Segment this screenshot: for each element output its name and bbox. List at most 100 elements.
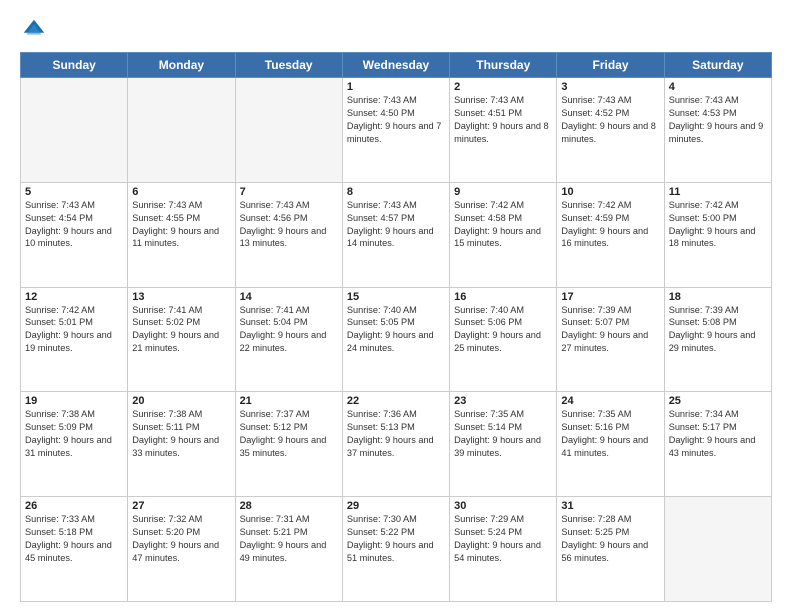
day-number: 31 — [561, 500, 659, 512]
week-row-3: 19Sunrise: 7:38 AMSunset: 5:09 PMDayligh… — [21, 392, 772, 497]
logo-icon — [20, 16, 48, 44]
calendar-cell: 4Sunrise: 7:43 AMSunset: 4:53 PMDaylight… — [664, 78, 771, 183]
calendar-cell: 9Sunrise: 7:42 AMSunset: 4:58 PMDaylight… — [450, 182, 557, 287]
day-number: 5 — [25, 186, 123, 198]
weekday-header-row: SundayMondayTuesdayWednesdayThursdayFrid… — [21, 53, 772, 78]
weekday-header-wednesday: Wednesday — [342, 53, 449, 78]
day-number: 2 — [454, 81, 552, 93]
calendar-cell — [664, 497, 771, 602]
calendar-cell: 25Sunrise: 7:34 AMSunset: 5:17 PMDayligh… — [664, 392, 771, 497]
calendar-cell: 15Sunrise: 7:40 AMSunset: 5:05 PMDayligh… — [342, 287, 449, 392]
day-number: 4 — [669, 81, 767, 93]
day-number: 30 — [454, 500, 552, 512]
cell-text: Sunrise: 7:41 AMSunset: 5:04 PMDaylight:… — [240, 304, 338, 356]
calendar-cell: 30Sunrise: 7:29 AMSunset: 5:24 PMDayligh… — [450, 497, 557, 602]
calendar-cell: 19Sunrise: 7:38 AMSunset: 5:09 PMDayligh… — [21, 392, 128, 497]
cell-text: Sunrise: 7:40 AMSunset: 5:06 PMDaylight:… — [454, 304, 552, 356]
calendar-cell: 7Sunrise: 7:43 AMSunset: 4:56 PMDaylight… — [235, 182, 342, 287]
weekday-header-thursday: Thursday — [450, 53, 557, 78]
cell-text: Sunrise: 7:42 AMSunset: 5:01 PMDaylight:… — [25, 304, 123, 356]
day-number: 21 — [240, 395, 338, 407]
weekday-header-saturday: Saturday — [664, 53, 771, 78]
calendar-cell: 28Sunrise: 7:31 AMSunset: 5:21 PMDayligh… — [235, 497, 342, 602]
calendar-cell: 12Sunrise: 7:42 AMSunset: 5:01 PMDayligh… — [21, 287, 128, 392]
day-number: 7 — [240, 186, 338, 198]
page: SundayMondayTuesdayWednesdayThursdayFrid… — [0, 0, 792, 612]
day-number: 15 — [347, 291, 445, 303]
day-number: 24 — [561, 395, 659, 407]
cell-text: Sunrise: 7:35 AMSunset: 5:14 PMDaylight:… — [454, 408, 552, 460]
calendar-cell: 10Sunrise: 7:42 AMSunset: 4:59 PMDayligh… — [557, 182, 664, 287]
day-number: 10 — [561, 186, 659, 198]
day-number: 9 — [454, 186, 552, 198]
day-number: 19 — [25, 395, 123, 407]
weekday-header-friday: Friday — [557, 53, 664, 78]
weekday-header-tuesday: Tuesday — [235, 53, 342, 78]
cell-text: Sunrise: 7:39 AMSunset: 5:07 PMDaylight:… — [561, 304, 659, 356]
calendar-cell: 6Sunrise: 7:43 AMSunset: 4:55 PMDaylight… — [128, 182, 235, 287]
day-number: 28 — [240, 500, 338, 512]
calendar-cell: 14Sunrise: 7:41 AMSunset: 5:04 PMDayligh… — [235, 287, 342, 392]
calendar-cell: 1Sunrise: 7:43 AMSunset: 4:50 PMDaylight… — [342, 78, 449, 183]
cell-text: Sunrise: 7:41 AMSunset: 5:02 PMDaylight:… — [132, 304, 230, 356]
cell-text: Sunrise: 7:32 AMSunset: 5:20 PMDaylight:… — [132, 513, 230, 565]
cell-text: Sunrise: 7:30 AMSunset: 5:22 PMDaylight:… — [347, 513, 445, 565]
day-number: 25 — [669, 395, 767, 407]
cell-text: Sunrise: 7:43 AMSunset: 4:51 PMDaylight:… — [454, 94, 552, 146]
cell-text: Sunrise: 7:38 AMSunset: 5:09 PMDaylight:… — [25, 408, 123, 460]
cell-text: Sunrise: 7:43 AMSunset: 4:50 PMDaylight:… — [347, 94, 445, 146]
day-number: 13 — [132, 291, 230, 303]
calendar-cell: 31Sunrise: 7:28 AMSunset: 5:25 PMDayligh… — [557, 497, 664, 602]
calendar-cell — [235, 78, 342, 183]
calendar-cell: 2Sunrise: 7:43 AMSunset: 4:51 PMDaylight… — [450, 78, 557, 183]
cell-text: Sunrise: 7:36 AMSunset: 5:13 PMDaylight:… — [347, 408, 445, 460]
cell-text: Sunrise: 7:33 AMSunset: 5:18 PMDaylight:… — [25, 513, 123, 565]
calendar-cell: 5Sunrise: 7:43 AMSunset: 4:54 PMDaylight… — [21, 182, 128, 287]
day-number: 3 — [561, 81, 659, 93]
day-number: 20 — [132, 395, 230, 407]
calendar-cell: 8Sunrise: 7:43 AMSunset: 4:57 PMDaylight… — [342, 182, 449, 287]
week-row-0: 1Sunrise: 7:43 AMSunset: 4:50 PMDaylight… — [21, 78, 772, 183]
cell-text: Sunrise: 7:42 AMSunset: 4:59 PMDaylight:… — [561, 199, 659, 251]
calendar-cell — [21, 78, 128, 183]
calendar-cell: 26Sunrise: 7:33 AMSunset: 5:18 PMDayligh… — [21, 497, 128, 602]
cell-text: Sunrise: 7:31 AMSunset: 5:21 PMDaylight:… — [240, 513, 338, 565]
day-number: 26 — [25, 500, 123, 512]
cell-text: Sunrise: 7:42 AMSunset: 4:58 PMDaylight:… — [454, 199, 552, 251]
calendar-cell: 16Sunrise: 7:40 AMSunset: 5:06 PMDayligh… — [450, 287, 557, 392]
calendar-cell: 3Sunrise: 7:43 AMSunset: 4:52 PMDaylight… — [557, 78, 664, 183]
day-number: 8 — [347, 186, 445, 198]
logo — [20, 16, 52, 44]
cell-text: Sunrise: 7:39 AMSunset: 5:08 PMDaylight:… — [669, 304, 767, 356]
week-row-2: 12Sunrise: 7:42 AMSunset: 5:01 PMDayligh… — [21, 287, 772, 392]
calendar-cell: 20Sunrise: 7:38 AMSunset: 5:11 PMDayligh… — [128, 392, 235, 497]
cell-text: Sunrise: 7:43 AMSunset: 4:54 PMDaylight:… — [25, 199, 123, 251]
cell-text: Sunrise: 7:38 AMSunset: 5:11 PMDaylight:… — [132, 408, 230, 460]
cell-text: Sunrise: 7:43 AMSunset: 4:55 PMDaylight:… — [132, 199, 230, 251]
cell-text: Sunrise: 7:35 AMSunset: 5:16 PMDaylight:… — [561, 408, 659, 460]
weekday-header-sunday: Sunday — [21, 53, 128, 78]
calendar-cell: 29Sunrise: 7:30 AMSunset: 5:22 PMDayligh… — [342, 497, 449, 602]
day-number: 6 — [132, 186, 230, 198]
calendar-cell: 22Sunrise: 7:36 AMSunset: 5:13 PMDayligh… — [342, 392, 449, 497]
cell-text: Sunrise: 7:43 AMSunset: 4:56 PMDaylight:… — [240, 199, 338, 251]
day-number: 16 — [454, 291, 552, 303]
calendar-cell: 17Sunrise: 7:39 AMSunset: 5:07 PMDayligh… — [557, 287, 664, 392]
cell-text: Sunrise: 7:43 AMSunset: 4:53 PMDaylight:… — [669, 94, 767, 146]
day-number: 12 — [25, 291, 123, 303]
day-number: 14 — [240, 291, 338, 303]
calendar-cell: 11Sunrise: 7:42 AMSunset: 5:00 PMDayligh… — [664, 182, 771, 287]
calendar-cell: 13Sunrise: 7:41 AMSunset: 5:02 PMDayligh… — [128, 287, 235, 392]
day-number: 17 — [561, 291, 659, 303]
day-number: 27 — [132, 500, 230, 512]
cell-text: Sunrise: 7:42 AMSunset: 5:00 PMDaylight:… — [669, 199, 767, 251]
calendar-cell: 18Sunrise: 7:39 AMSunset: 5:08 PMDayligh… — [664, 287, 771, 392]
calendar-cell: 24Sunrise: 7:35 AMSunset: 5:16 PMDayligh… — [557, 392, 664, 497]
calendar-cell — [128, 78, 235, 183]
calendar-cell: 21Sunrise: 7:37 AMSunset: 5:12 PMDayligh… — [235, 392, 342, 497]
day-number: 23 — [454, 395, 552, 407]
week-row-1: 5Sunrise: 7:43 AMSunset: 4:54 PMDaylight… — [21, 182, 772, 287]
cell-text: Sunrise: 7:43 AMSunset: 4:57 PMDaylight:… — [347, 199, 445, 251]
day-number: 29 — [347, 500, 445, 512]
cell-text: Sunrise: 7:29 AMSunset: 5:24 PMDaylight:… — [454, 513, 552, 565]
